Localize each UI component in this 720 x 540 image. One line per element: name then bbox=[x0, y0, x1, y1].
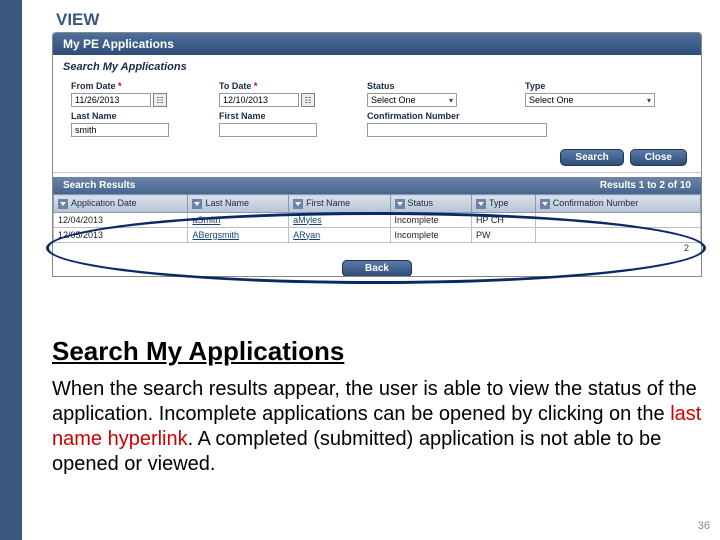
window-title: My PE Applications bbox=[53, 33, 701, 55]
table-row: 12/04/2013 aSmith aMyles Incomplete HP C… bbox=[54, 212, 701, 227]
sort-icon bbox=[395, 199, 405, 209]
first-name-label: First Name bbox=[219, 111, 339, 121]
conf-num-input[interactable] bbox=[367, 123, 547, 137]
results-heading: Search Results bbox=[63, 180, 135, 191]
type-select[interactable]: Select One▾ bbox=[525, 93, 655, 107]
page-number: 36 bbox=[698, 520, 710, 532]
results-table: Application Date Last Name First Name St… bbox=[53, 194, 701, 243]
type-label: Type bbox=[525, 81, 675, 91]
cell-date: 12/04/2013 bbox=[54, 212, 188, 227]
calendar-icon[interactable]: ☷ bbox=[153, 93, 167, 107]
cell-type: PW bbox=[472, 227, 536, 242]
status-label: Status bbox=[367, 81, 497, 91]
from-date-input[interactable] bbox=[71, 93, 151, 107]
from-date-label: From Date * bbox=[71, 81, 191, 91]
sort-icon bbox=[293, 199, 303, 209]
results-count: Results 1 to 2 of 10 bbox=[600, 180, 691, 191]
sort-icon bbox=[476, 199, 486, 209]
chevron-down-icon: ▾ bbox=[647, 96, 651, 105]
screenshot-region: VIEW My PE Applications Search My Applic… bbox=[52, 10, 702, 308]
cell-conf bbox=[535, 227, 700, 242]
last-name-link[interactable]: ABergsmith bbox=[192, 230, 239, 240]
table-row: 12/05/2013 ABergsmith ARyan Incomplete P… bbox=[54, 227, 701, 242]
first-name-input[interactable] bbox=[219, 123, 317, 137]
conf-num-label: Confirmation Number bbox=[367, 111, 567, 121]
first-name-link[interactable]: ARyan bbox=[293, 230, 320, 240]
cell-conf bbox=[535, 212, 700, 227]
cell-date: 12/05/2013 bbox=[54, 227, 188, 242]
cell-type: HP CH bbox=[472, 212, 536, 227]
calendar-icon[interactable]: ☷ bbox=[301, 93, 315, 107]
last-name-input[interactable] bbox=[71, 123, 169, 137]
search-button[interactable]: Search bbox=[560, 149, 623, 166]
sort-icon bbox=[540, 199, 550, 209]
app-window: My PE Applications Search My Application… bbox=[52, 32, 702, 277]
slide-body: Search My Applications When the search r… bbox=[52, 336, 702, 477]
close-button[interactable]: Close bbox=[630, 149, 687, 166]
last-name-label: Last Name bbox=[71, 111, 191, 121]
chevron-down-icon: ▾ bbox=[449, 96, 453, 105]
col-last-name[interactable]: Last Name bbox=[188, 195, 289, 213]
slide-heading: Search My Applications bbox=[52, 336, 702, 367]
cell-status: Incomplete bbox=[390, 212, 471, 227]
col-status[interactable]: Status bbox=[390, 195, 471, 213]
search-filters: From Date * ☷ To Date * ☷ bbox=[53, 77, 701, 147]
sort-icon bbox=[192, 199, 202, 209]
to-date-input[interactable] bbox=[219, 93, 299, 107]
status-select[interactable]: Select One▾ bbox=[367, 93, 457, 107]
to-date-label: To Date * bbox=[219, 81, 339, 91]
slide-paragraph: When the search results appear, the user… bbox=[52, 377, 702, 477]
sort-icon bbox=[58, 199, 68, 209]
back-button[interactable]: Back bbox=[342, 260, 412, 277]
first-name-link[interactable]: aMyles bbox=[293, 215, 322, 225]
pager[interactable]: 2 bbox=[53, 243, 701, 253]
col-app-date[interactable]: Application Date bbox=[54, 195, 188, 213]
view-label: VIEW bbox=[52, 10, 702, 30]
cell-status: Incomplete bbox=[390, 227, 471, 242]
last-name-link[interactable]: aSmith bbox=[192, 215, 220, 225]
search-heading: Search My Applications bbox=[53, 55, 701, 77]
results-bar: Search Results Results 1 to 2 of 10 bbox=[53, 177, 701, 194]
col-conf-num[interactable]: Confirmation Number bbox=[535, 195, 700, 213]
col-first-name[interactable]: First Name bbox=[289, 195, 390, 213]
col-type[interactable]: Type bbox=[472, 195, 536, 213]
